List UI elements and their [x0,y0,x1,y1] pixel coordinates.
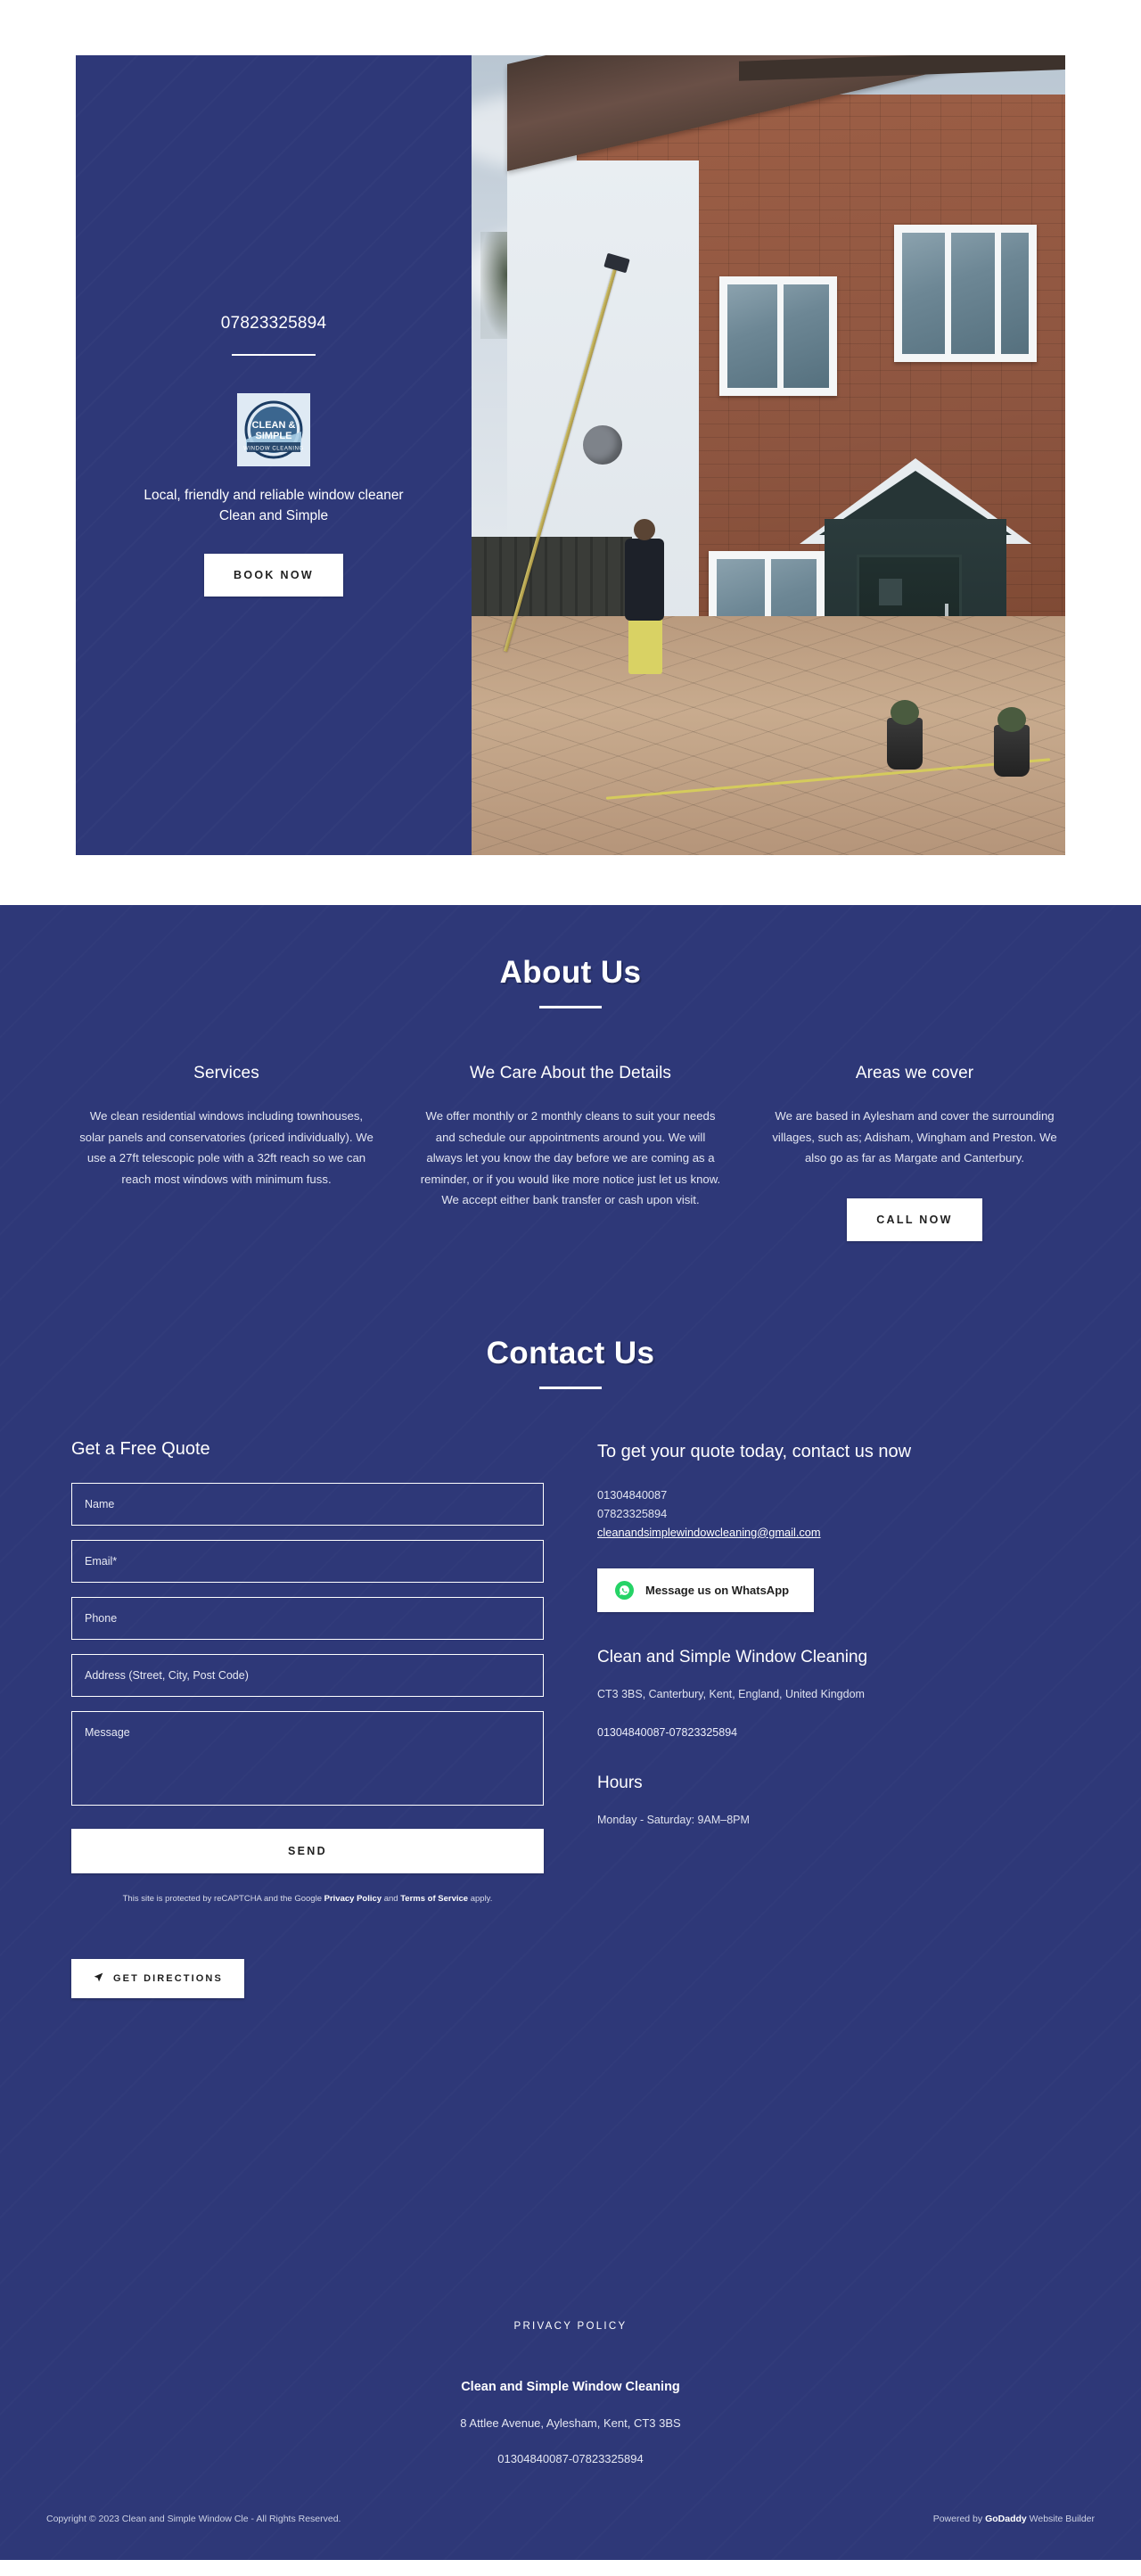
bottom-bar: Copyright © 2023 Clean and Simple Window… [0,2514,1141,2560]
hero-divider [232,354,316,357]
column-heading: We Care About the Details [469,1064,672,1082]
contact-info: To get your quote today, contact us now … [597,1439,1070,1905]
name-input[interactable] [71,1482,544,1526]
window-cleaner-legs [628,615,662,674]
svg-text:WINDOW CLEANING: WINDOW CLEANING [243,447,304,452]
about-us-section: About Us Services We clean residential w… [0,905,1141,1241]
whatsapp-button-label: Message us on WhatsApp [645,1583,790,1597]
satellite-dish [583,425,622,465]
contact-info-heading: To get your quote today, contact us now [597,1441,912,1461]
map-placeholder [0,1998,1141,2317]
recaptcha-suffix: apply. [468,1893,493,1904]
contact-us-section: Contact Us Get a Free Quote SEND This si… [0,1241,1141,2317]
phone-input[interactable] [71,1596,544,1640]
column-heading: Areas we cover [855,1064,974,1082]
get-directions-label: GET DIRECTIONS [113,1972,223,1984]
footer-business-name: Clean and Simple Window Cleaning [461,2379,680,2394]
powered-by-suffix: Website Builder [1026,2513,1095,2524]
business-name: Clean and Simple Window Cleaning [597,1647,868,1667]
about-column-services: Services We clean residential windows in… [76,1064,377,1241]
privacy-policy-link[interactable]: PRIVACY POLICY [513,2321,627,2332]
window-cleaner-head [634,519,655,540]
recaptcha-privacy-link[interactable]: Privacy Policy [324,1894,382,1904]
contact-us-title: Contact Us [486,1335,655,1370]
quote-form: Get a Free Quote SEND This site is prote… [71,1439,544,1905]
footer-address: 8 Attlee Avenue, Aylesham, Kent, CT3 3BS [460,2416,681,2430]
whatsapp-icon [615,1580,634,1600]
svg-text:CLEAN &: CLEAN & [252,420,296,431]
company-logo: CLEAN & SIMPLE WINDOW CLEANING [237,393,310,467]
directions-wrapper: GET DIRECTIONS [0,1905,1141,1998]
contact-phone-landline[interactable]: 01304840087 [597,1486,1070,1504]
hero-left-panel: 07823325894 CLEAN & SIMPLE WINDOW CLEANI… [76,55,472,855]
navigation-arrow-icon [93,1971,104,1986]
planter-left [887,700,923,770]
window-cleaner-body [625,539,664,621]
about-column-details: We Care About the Details We offer month… [420,1064,721,1241]
business-address: CT3 3BS, Canterbury, Kent, England, Unit… [597,1687,865,1700]
planter-right [994,707,1030,777]
copyright-text: Copyright © 2023 Clean and Simple Window… [46,2513,341,2524]
whatsapp-button[interactable]: Message us on WhatsApp [597,1568,815,1612]
main-content: About Us Services We clean residential w… [0,905,1141,2560]
column-body: We are based in Aylesham and cover the s… [772,1109,1057,1165]
about-column-areas: Areas we cover We are based in Aylesham … [764,1064,1065,1241]
get-directions-button[interactable]: GET DIRECTIONS [71,1958,244,1998]
column-heading: Services [193,1064,259,1082]
footer-phones: 01304840087-07823325894 [497,2451,644,2465]
hero-banner: 07823325894 CLEAN & SIMPLE WINDOW CLEANI… [76,55,1065,855]
recaptcha-and: and [382,1893,401,1904]
window-upper-right [894,225,1037,362]
hero-photo [472,55,1065,855]
message-textarea[interactable] [71,1710,544,1806]
about-us-title: About Us [499,955,642,990]
contact-email-link[interactable]: cleanandsimplewindowcleaning@gmail.com [597,1526,821,1539]
quote-form-heading: Get a Free Quote [71,1438,210,1459]
recaptcha-notice: This site is protected by reCAPTCHA and … [71,1893,544,1905]
address-input[interactable] [71,1653,544,1697]
send-button[interactable]: SEND [71,1828,544,1873]
svg-text:SIMPLE: SIMPLE [256,431,292,441]
hours-heading: Hours [597,1773,643,1792]
recaptcha-terms-link[interactable]: Terms of Service [400,1894,468,1904]
hours-value: Monday - Saturday: 9AM–8PM [597,1813,750,1826]
email-input[interactable] [71,1539,544,1583]
hero-phone-number: 07823325894 [220,314,327,333]
recaptcha-prefix: This site is protected by reCAPTCHA and … [122,1893,324,1904]
hero-tagline: Local, friendly and reliable window clea… [144,488,404,523]
hero-section: 07823325894 CLEAN & SIMPLE WINDOW CLEANI… [0,0,1141,905]
about-columns: Services We clean residential windows in… [0,1008,1141,1241]
window-upper-left [719,276,837,396]
godaddy-link[interactable]: GoDaddy [985,2514,1027,2524]
powered-by-prefix: Powered by [932,2513,986,2524]
block-paved-driveway [472,616,1065,855]
column-body: We clean residential windows including t… [79,1109,373,1186]
business-phones: 01304840087-07823325894 [597,1725,738,1739]
contact-phone-mobile[interactable]: 07823325894 [597,1504,1070,1523]
footer: PRIVACY POLICY Clean and Simple Window C… [0,2317,1141,2514]
call-now-button[interactable]: CALL NOW [847,1197,982,1241]
book-now-button[interactable]: BOOK NOW [204,553,343,597]
column-body: We offer monthly or 2 monthly cleans to … [420,1109,721,1206]
contact-details: 01304840087 07823325894 cleanandsimplewi… [597,1486,1070,1542]
contact-body: Get a Free Quote SEND This site is prote… [0,1389,1141,1905]
powered-by: Powered by GoDaddy Website Builder [933,2514,1095,2524]
